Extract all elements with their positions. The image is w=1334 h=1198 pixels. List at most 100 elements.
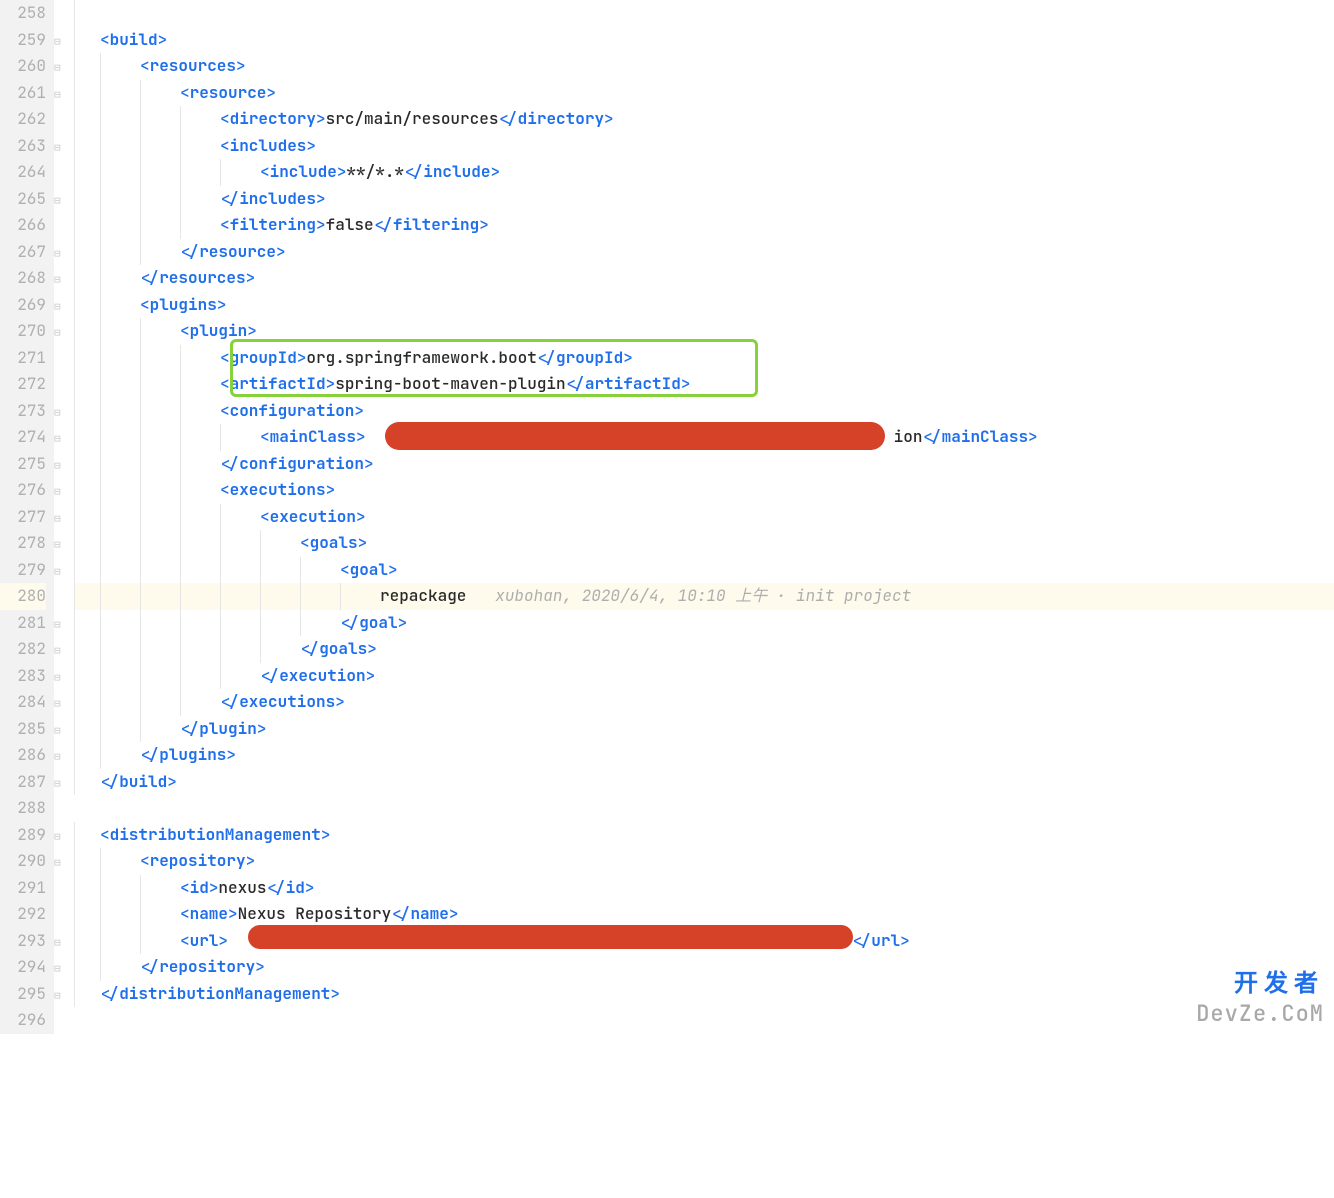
fold-toggle-icon[interactable]: ⊟ bbox=[54, 485, 61, 499]
fold-toggle-icon[interactable]: ⊟ bbox=[54, 750, 61, 764]
line-number[interactable]: 261 bbox=[0, 80, 46, 107]
code-line[interactable]: </repository> bbox=[74, 954, 1334, 981]
fold-toggle-icon[interactable]: ⊟ bbox=[54, 273, 61, 287]
line-number[interactable]: 296 bbox=[0, 1007, 46, 1034]
line-number[interactable]: 286 bbox=[0, 742, 46, 769]
fold-toggle-icon[interactable]: ⊟ bbox=[54, 459, 61, 473]
code-line[interactable]: <url> c/</url> bbox=[74, 928, 1334, 955]
line-number[interactable]: 266 bbox=[0, 212, 46, 239]
line-number[interactable]: 267 bbox=[0, 239, 46, 266]
code-line[interactable]: <include>**/*.*</include> bbox=[74, 159, 1334, 186]
line-number[interactable]: 288 bbox=[0, 795, 46, 822]
fold-toggle-icon[interactable]: ⊟ bbox=[54, 326, 61, 340]
line-number[interactable]: 279 bbox=[0, 557, 46, 584]
line-number[interactable]: 273 bbox=[0, 398, 46, 425]
fold-toggle-icon[interactable]: ⊟ bbox=[54, 644, 61, 658]
fold-toggle-icon[interactable]: ⊟ bbox=[54, 300, 61, 314]
line-number[interactable]: 294 bbox=[0, 954, 46, 981]
line-number[interactable]: 278 bbox=[0, 530, 46, 557]
code-line[interactable]: </plugins> bbox=[74, 742, 1334, 769]
fold-toggle-icon[interactable]: ⊟ bbox=[54, 512, 61, 526]
code-line[interactable]: <groupId>org.springframework.boot</group… bbox=[74, 345, 1334, 372]
line-number[interactable]: 293 bbox=[0, 928, 46, 955]
line-number[interactable]: 295 bbox=[0, 981, 46, 1008]
line-number[interactable]: 258 bbox=[0, 0, 46, 27]
line-number[interactable]: 282 bbox=[0, 636, 46, 663]
fold-toggle-icon[interactable]: ⊟ bbox=[54, 618, 61, 632]
code-line[interactable]: repackage xubohan, 2020/6/4, 10:10 上午 · … bbox=[74, 583, 1334, 610]
fold-toggle-icon[interactable]: ⊟ bbox=[54, 247, 61, 261]
code-line[interactable] bbox=[74, 795, 1334, 822]
fold-toggle-icon[interactable]: ⊟ bbox=[54, 538, 61, 552]
code-line[interactable] bbox=[74, 0, 1334, 27]
line-number[interactable]: 269 bbox=[0, 292, 46, 319]
code-line[interactable]: </configuration> bbox=[74, 451, 1334, 478]
fold-toggle-icon[interactable]: ⊟ bbox=[54, 194, 61, 208]
code-line[interactable]: </resource> bbox=[74, 239, 1334, 266]
code-line[interactable]: <includes> bbox=[74, 133, 1334, 160]
fold-toggle-icon[interactable]: ⊟ bbox=[54, 141, 61, 155]
code-line[interactable]: </plugin> bbox=[74, 716, 1334, 743]
line-number[interactable]: 275 bbox=[0, 451, 46, 478]
code-line[interactable]: <resource> bbox=[74, 80, 1334, 107]
code-line[interactable]: </goal> bbox=[74, 610, 1334, 637]
code-line[interactable]: </resources> bbox=[74, 265, 1334, 292]
line-number[interactable]: 289 bbox=[0, 822, 46, 849]
line-number[interactable]: 280 bbox=[0, 583, 46, 610]
fold-toggle-icon[interactable]: ⊟ bbox=[54, 35, 61, 49]
code-line[interactable]: </executions> bbox=[74, 689, 1334, 716]
code-line[interactable] bbox=[74, 1007, 1334, 1034]
code-line[interactable]: <configuration> bbox=[74, 398, 1334, 425]
line-number[interactable]: 274 bbox=[0, 424, 46, 451]
fold-toggle-icon[interactable]: ⊟ bbox=[54, 697, 61, 711]
code-line[interactable]: <repository> bbox=[74, 848, 1334, 875]
line-number[interactable]: 265 bbox=[0, 186, 46, 213]
code-line[interactable]: <goals> bbox=[74, 530, 1334, 557]
line-number[interactable]: 268 bbox=[0, 265, 46, 292]
fold-toggle-icon[interactable]: ⊟ bbox=[54, 989, 61, 1003]
fold-toggle-icon[interactable]: ⊟ bbox=[54, 936, 61, 950]
code-line[interactable]: </execution> bbox=[74, 663, 1334, 690]
code-editor[interactable]: 2582592602612622632642652662672682692702… bbox=[0, 0, 1334, 1034]
line-number[interactable]: 271 bbox=[0, 345, 46, 372]
code-area[interactable]: <build><resources><resource><directory>s… bbox=[74, 0, 1334, 1034]
fold-toggle-icon[interactable]: ⊟ bbox=[54, 406, 61, 420]
line-number[interactable]: 290 bbox=[0, 848, 46, 875]
code-line[interactable]: <execution> bbox=[74, 504, 1334, 531]
line-number[interactable]: 291 bbox=[0, 875, 46, 902]
line-number[interactable]: 284 bbox=[0, 689, 46, 716]
line-number[interactable]: 281 bbox=[0, 610, 46, 637]
code-line[interactable]: </build> bbox=[74, 769, 1334, 796]
code-line[interactable]: <artifactId>spring-boot-maven-plugin</ar… bbox=[74, 371, 1334, 398]
fold-toggle-icon[interactable]: ⊟ bbox=[54, 830, 61, 844]
code-line[interactable]: <plugins> bbox=[74, 292, 1334, 319]
fold-toggle-icon[interactable]: ⊟ bbox=[54, 856, 61, 870]
line-number[interactable]: 292 bbox=[0, 901, 46, 928]
code-line[interactable]: <resources> bbox=[74, 53, 1334, 80]
fold-toggle-icon[interactable]: ⊟ bbox=[54, 88, 61, 102]
code-line[interactable]: <plugin> bbox=[74, 318, 1334, 345]
fold-gutter[interactable]: ⊟⊟⊟⊟⊟⊟⊟⊟⊟⊟⊟⊟⊟⊟⊟⊟⊟⊟⊟⊟⊟⊟⊟⊟⊟⊟⊟⊟ bbox=[54, 0, 74, 1034]
line-number[interactable]: 264 bbox=[0, 159, 46, 186]
fold-toggle-icon[interactable]: ⊟ bbox=[54, 962, 61, 976]
line-number[interactable]: 259 bbox=[0, 27, 46, 54]
fold-toggle-icon[interactable]: ⊟ bbox=[54, 432, 61, 446]
line-number[interactable]: 262 bbox=[0, 106, 46, 133]
code-line[interactable]: </goals> bbox=[74, 636, 1334, 663]
code-line[interactable]: <goal> bbox=[74, 557, 1334, 584]
line-number[interactable]: 270 bbox=[0, 318, 46, 345]
code-line[interactable]: <build> bbox=[74, 27, 1334, 54]
line-number[interactable]: 277 bbox=[0, 504, 46, 531]
line-number-gutter[interactable]: 2582592602612622632642652662672682692702… bbox=[0, 0, 54, 1034]
fold-toggle-icon[interactable]: ⊟ bbox=[54, 671, 61, 685]
code-line[interactable]: <filtering>false</filtering> bbox=[74, 212, 1334, 239]
fold-toggle-icon[interactable]: ⊟ bbox=[54, 61, 61, 75]
line-number[interactable]: 276 bbox=[0, 477, 46, 504]
code-line[interactable]: <distributionManagement> bbox=[74, 822, 1334, 849]
line-number[interactable]: 263 bbox=[0, 133, 46, 160]
line-number[interactable]: 260 bbox=[0, 53, 46, 80]
line-number[interactable]: 287 bbox=[0, 769, 46, 796]
fold-toggle-icon[interactable]: ⊟ bbox=[54, 724, 61, 738]
code-line[interactable]: <directory>src/main/resources</directory… bbox=[74, 106, 1334, 133]
fold-toggle-icon[interactable]: ⊟ bbox=[54, 565, 61, 579]
